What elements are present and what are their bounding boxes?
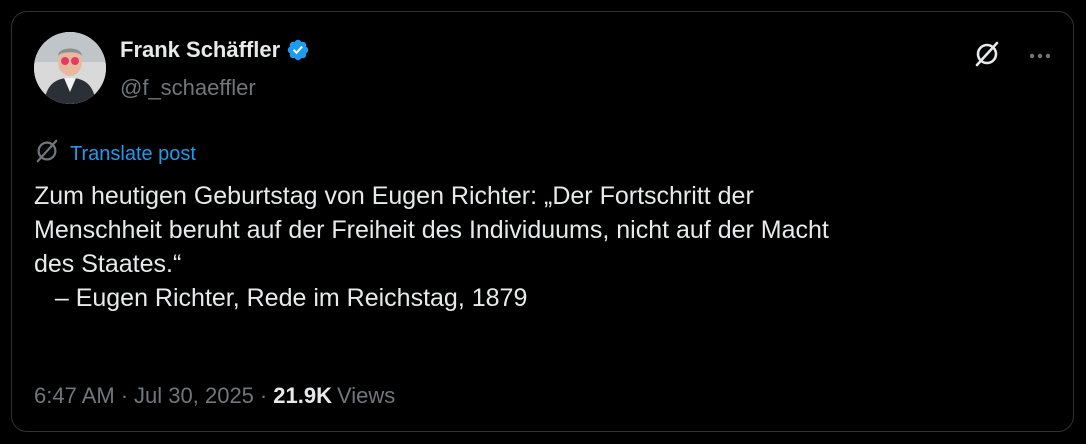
tweet-card: Frank Schäffler @f_schaeffler Translate … xyxy=(11,11,1074,432)
meta-separator: · xyxy=(120,383,129,408)
author-display-name[interactable]: Frank Schäffler xyxy=(120,37,280,63)
author-name-row: Frank Schäffler xyxy=(120,37,310,63)
more-icon xyxy=(1028,47,1052,65)
meta-separator: · xyxy=(259,383,268,408)
views-count[interactable]: 21.9K xyxy=(273,383,332,409)
post-time[interactable]: 6:47 AM xyxy=(34,383,115,409)
post-meta: 6:47 AM · Jul 30, 2025 · 21.9K Views xyxy=(34,383,395,409)
post-text: Zum heutigen Geburtstag von Eugen Richte… xyxy=(34,182,829,312)
avatar[interactable] xyxy=(34,32,106,104)
author-handle[interactable]: @f_schaeffler xyxy=(120,75,256,101)
grok-translate-icon xyxy=(34,138,60,169)
grok-icon xyxy=(973,40,1001,73)
grok-button[interactable] xyxy=(967,36,1007,76)
translate-post-link[interactable]: Translate post xyxy=(70,142,196,166)
more-button[interactable] xyxy=(1020,36,1060,76)
post-date[interactable]: Jul 30, 2025 xyxy=(134,383,254,409)
verified-badge-icon[interactable] xyxy=(286,38,310,62)
translate-post-row[interactable]: Translate post xyxy=(34,138,196,169)
views-label[interactable]: Views xyxy=(337,383,395,409)
avatar-image xyxy=(34,32,106,104)
